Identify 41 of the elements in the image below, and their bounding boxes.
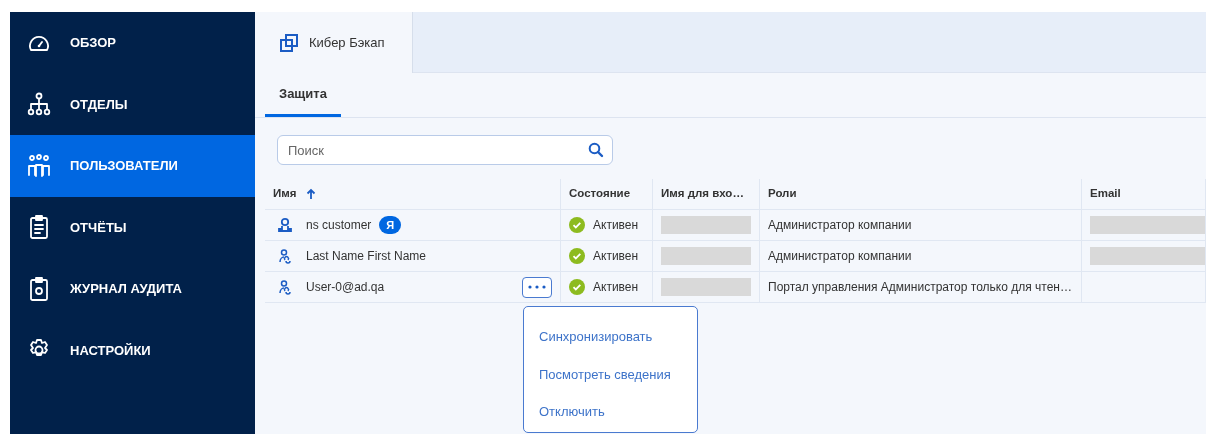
me-badge: Я (379, 215, 402, 235)
hierarchy-icon (26, 91, 52, 118)
user-icon (277, 217, 293, 233)
sidebar-item[interactable]: ОТДЕЛЫ (10, 73, 255, 135)
column-header[interactable]: Роли (760, 179, 1082, 209)
search-field[interactable]: Поиск (277, 135, 613, 165)
users-icon (26, 152, 52, 179)
search-input[interactable]: Поиск (286, 137, 588, 163)
sidebar-item[interactable]: ОТЧЁТЫ (10, 196, 255, 258)
tab[interactable]: Защита (265, 73, 341, 117)
menu-item[interactable]: Синхронизировать (524, 319, 697, 357)
search-icon (588, 142, 604, 158)
status-text: Активен (593, 248, 639, 265)
user-link-icon (277, 248, 293, 264)
menu-item[interactable]: Отключить (524, 394, 697, 432)
user-name: ns customer (306, 217, 372, 234)
check-circle-icon (569, 279, 585, 295)
sidebar-item[interactable]: ОБЗОР (10, 12, 255, 74)
status-text: Активен (593, 217, 639, 234)
column-header[interactable]: Состояние (561, 179, 653, 209)
user-name: Last Name First Name (306, 248, 427, 265)
sidebar-item[interactable]: ЖУРНАЛ АУДИТА (10, 258, 255, 320)
check-circle-icon (569, 217, 585, 233)
check-circle-icon (569, 248, 585, 264)
menu-item[interactable]: Посмотреть сведения (524, 356, 697, 394)
user-name: User-0@ad.qa (306, 279, 385, 296)
more-icon (528, 285, 546, 289)
squares-icon (279, 32, 299, 53)
sort-arrow-icon (306, 188, 317, 200)
sidebar-item[interactable]: НАСТРОЙКИ (10, 319, 255, 381)
sidebar-item[interactable]: ПОЛЬЗОВАТЕЛИ (10, 135, 255, 197)
status-text: Активен (593, 279, 639, 296)
column-header[interactable]: Имя для вхо… (653, 179, 760, 209)
roles-text: Администратор компании (768, 248, 912, 265)
more-button[interactable] (522, 276, 552, 298)
column-header[interactable]: Email (1082, 179, 1206, 209)
roles-text: Портал управления Администратор только для чтен… (768, 279, 1072, 296)
column-header[interactable]: Имя (265, 179, 561, 209)
product-tab[interactable]: Кибер Бэкап (255, 12, 413, 73)
user-link-icon (277, 279, 293, 295)
roles-text: Администратор компании (768, 217, 912, 234)
